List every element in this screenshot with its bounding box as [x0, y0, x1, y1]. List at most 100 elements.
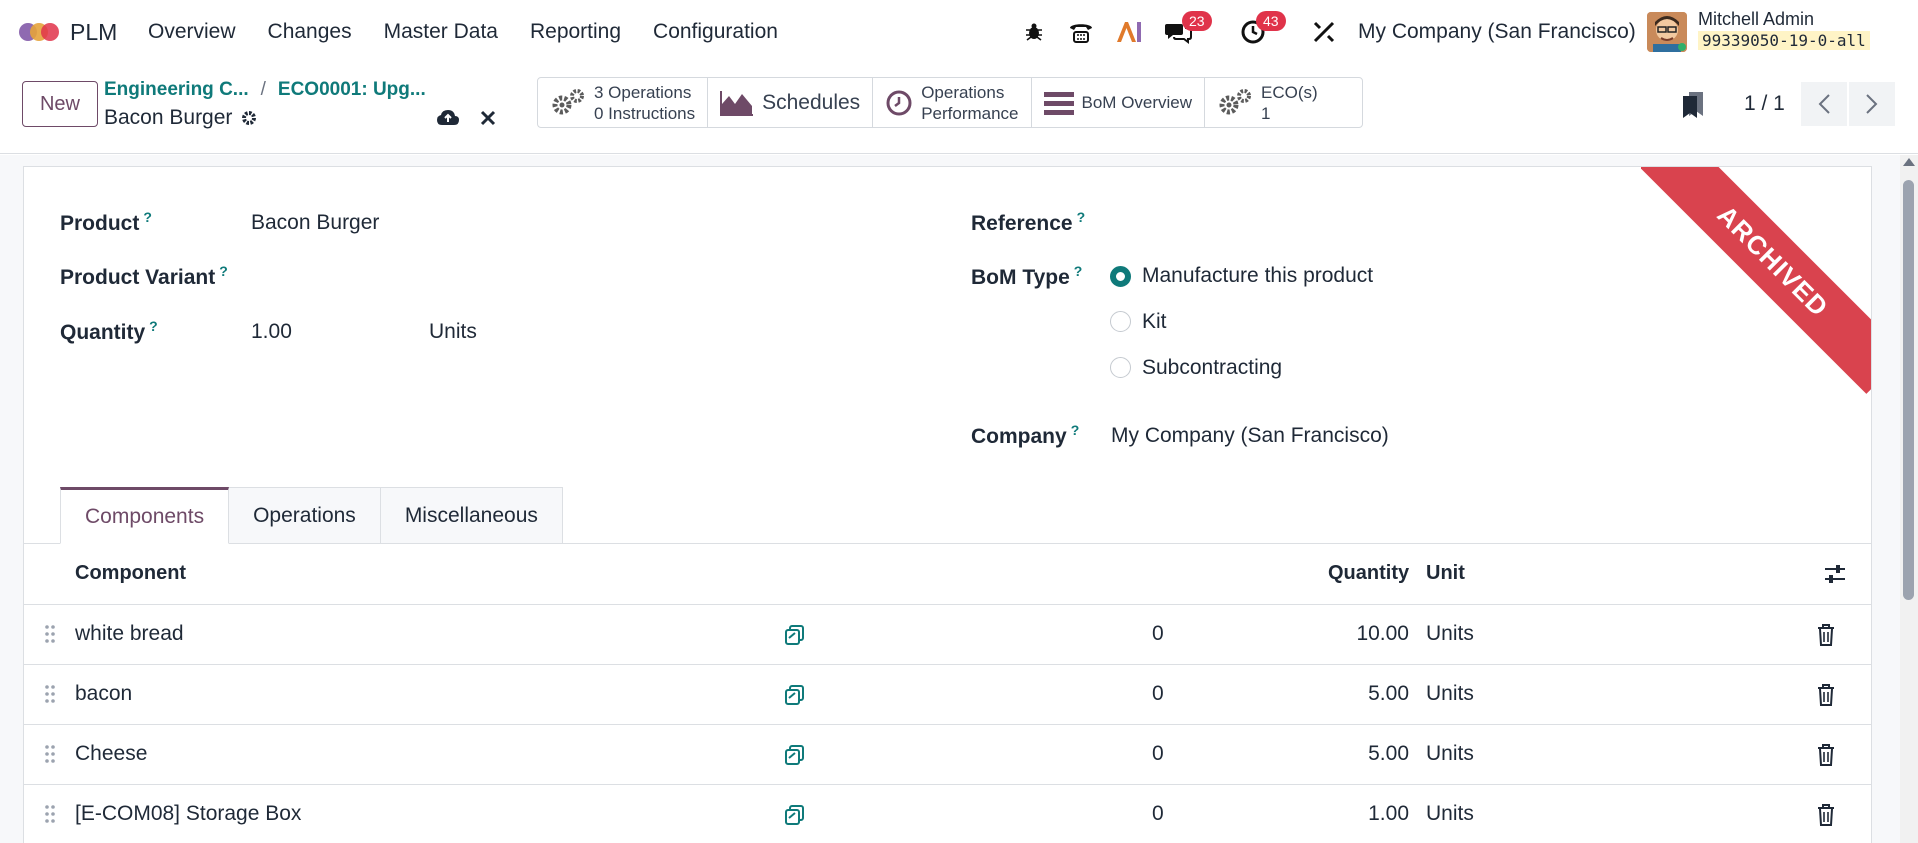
bom-type-option-subcontracting[interactable]: Subcontracting — [1142, 356, 1282, 380]
table-row[interactable]: Cheese 0 5.00 Units — [24, 725, 1871, 785]
scroll-up-arrow-icon[interactable] — [1903, 158, 1915, 166]
menu-reporting[interactable]: Reporting — [530, 20, 621, 44]
forecast-value: 0 — [1152, 742, 1164, 765]
clock-icon — [886, 90, 912, 115]
phone-icon[interactable] — [1066, 14, 1096, 50]
drag-handle-icon[interactable] — [44, 624, 56, 644]
radio-kit[interactable] — [1110, 311, 1131, 332]
bom-form-sheet: ARCHIVED Product? Bacon Burger Product V… — [23, 166, 1872, 843]
app-name[interactable]: PLM — [70, 19, 117, 46]
trash-icon[interactable] — [1817, 684, 1835, 706]
component-name[interactable]: Cheese — [75, 742, 147, 766]
trash-icon[interactable] — [1817, 804, 1835, 826]
table-row[interactable]: white bread 0 10.00 Units — [24, 605, 1871, 665]
company-switcher[interactable]: My Company (San Francisco) — [1358, 20, 1636, 44]
column-header-component[interactable]: Component — [75, 562, 186, 585]
messages-icon[interactable]: 23 — [1162, 11, 1212, 50]
drag-handle-icon[interactable] — [44, 684, 56, 704]
component-name[interactable]: [E-COM08] Storage Box — [75, 802, 301, 826]
breadcrumb-separator: / — [260, 79, 266, 100]
main-menu: Overview Changes Master Data Reporting C… — [148, 20, 810, 44]
breadcrumb: Engineering C... / ECO0001: Upg... — [104, 79, 426, 101]
debug-bug-icon[interactable] — [1021, 14, 1047, 50]
optional-columns-sliders-icon[interactable] — [1824, 564, 1846, 584]
menu-changes[interactable]: Changes — [268, 20, 352, 44]
copy-docs-icon[interactable] — [784, 804, 806, 826]
unit-value[interactable]: Units — [1426, 742, 1474, 766]
forecast-value: 0 — [1152, 682, 1164, 705]
help-tooltip-icon[interactable]: ? — [149, 318, 158, 334]
menu-configuration[interactable]: Configuration — [653, 20, 778, 44]
pager-value[interactable]: 1 / 1 — [1744, 92, 1785, 116]
user-name[interactable]: Mitchell Admin — [1698, 9, 1814, 30]
column-header-unit[interactable]: Unit — [1426, 562, 1465, 585]
quantity-value[interactable]: 1.00 — [1368, 802, 1409, 826]
unit-value[interactable]: Units — [1426, 682, 1474, 706]
product-variant-field[interactable] — [251, 265, 551, 293]
help-tooltip-icon[interactable]: ? — [219, 263, 228, 279]
top-navbar: PLM Overview Changes Master Data Reporti… — [0, 0, 1918, 64]
bom-type-label: BoM Type? — [971, 263, 1083, 289]
user-avatar[interactable] — [1647, 12, 1687, 52]
tab-miscellaneous[interactable]: Miscellaneous — [380, 487, 563, 544]
gears-icon — [1219, 88, 1252, 114]
radio-subcontracting[interactable] — [1110, 357, 1131, 378]
copy-docs-icon[interactable] — [784, 624, 806, 646]
tab-components[interactable]: Components — [60, 487, 230, 544]
activities-clock-icon[interactable]: 43 — [1238, 11, 1286, 50]
tab-operations[interactable]: Operations — [229, 487, 381, 544]
table-row[interactable]: [E-COM08] Storage Box 0 1.00 Units — [24, 785, 1871, 843]
table-row[interactable]: bacon 0 5.00 Units — [24, 665, 1871, 725]
copy-docs-icon[interactable] — [784, 744, 806, 766]
component-name[interactable]: bacon — [75, 682, 132, 706]
radio-manufacture[interactable] — [1110, 266, 1131, 287]
bom-overview-smart-button[interactable]: BoM Overview — [1032, 78, 1206, 127]
quantity-value[interactable]: 5.00 — [1368, 742, 1409, 766]
discard-close-icon[interactable] — [476, 106, 500, 130]
help-tooltip-icon[interactable]: ? — [1074, 263, 1083, 279]
ai-icon[interactable] — [1114, 14, 1144, 50]
help-tooltip-icon[interactable]: ? — [1077, 209, 1086, 225]
forecast-value: 0 — [1152, 802, 1164, 825]
breadcrumb-eco[interactable]: ECO0001: Upg... — [278, 79, 426, 100]
previous-record-button[interactable] — [1801, 82, 1847, 126]
unit-value[interactable]: Units — [1426, 802, 1474, 826]
unit-value[interactable]: Units — [1426, 622, 1474, 646]
breadcrumb-engineering-change[interactable]: Engineering C... — [104, 79, 249, 100]
menu-master-data[interactable]: Master Data — [384, 20, 498, 44]
bookmark-icon[interactable] — [1681, 90, 1705, 126]
save-cloud-icon[interactable] — [436, 106, 460, 130]
component-name[interactable]: white bread — [75, 622, 184, 646]
help-tooltip-icon[interactable]: ? — [143, 209, 152, 225]
trash-icon[interactable] — [1817, 744, 1835, 766]
new-button[interactable]: New — [22, 81, 98, 127]
eco-label: ECO(s) — [1261, 82, 1318, 102]
quantity-value[interactable]: 5.00 — [1368, 682, 1409, 706]
quantity-unit-field[interactable]: Units — [429, 320, 477, 344]
company-field[interactable]: My Company (San Francisco) — [1111, 424, 1389, 448]
bom-type-option-kit[interactable]: Kit — [1142, 310, 1167, 334]
menu-overview[interactable]: Overview — [148, 20, 236, 44]
product-field[interactable]: Bacon Burger — [251, 211, 379, 235]
next-record-button[interactable] — [1849, 82, 1895, 126]
column-header-quantity[interactable]: Quantity — [1328, 562, 1409, 585]
forecast-value: 0 — [1152, 622, 1164, 645]
operations-performance-smart-button[interactable]: Operations Performance — [873, 78, 1032, 127]
bom-type-option-manufacture[interactable]: Manufacture this product — [1142, 264, 1373, 288]
scrollbar-thumb[interactable] — [1903, 180, 1914, 600]
help-tooltip-icon[interactable]: ? — [1071, 422, 1080, 438]
operations-smart-button[interactable]: 3 Operations 0 Instructions — [538, 78, 709, 127]
gear-icon[interactable] — [240, 109, 258, 127]
performance-line1: Operations — [921, 82, 1005, 102]
copy-docs-icon[interactable] — [784, 684, 806, 706]
quantity-field[interactable]: 1.00 — [251, 320, 292, 344]
settings-tools-icon[interactable] — [1309, 14, 1339, 50]
reference-field[interactable] — [1111, 211, 1511, 239]
quantity-value[interactable]: 10.00 — [1356, 622, 1409, 646]
eco-smart-button[interactable]: ECO(s) 1 — [1205, 78, 1362, 127]
drag-handle-icon[interactable] — [44, 804, 56, 824]
schedules-smart-button[interactable]: Schedules — [708, 78, 874, 127]
app-logo-icon[interactable] — [18, 18, 60, 46]
drag-handle-icon[interactable] — [44, 744, 56, 764]
trash-icon[interactable] — [1817, 624, 1835, 646]
